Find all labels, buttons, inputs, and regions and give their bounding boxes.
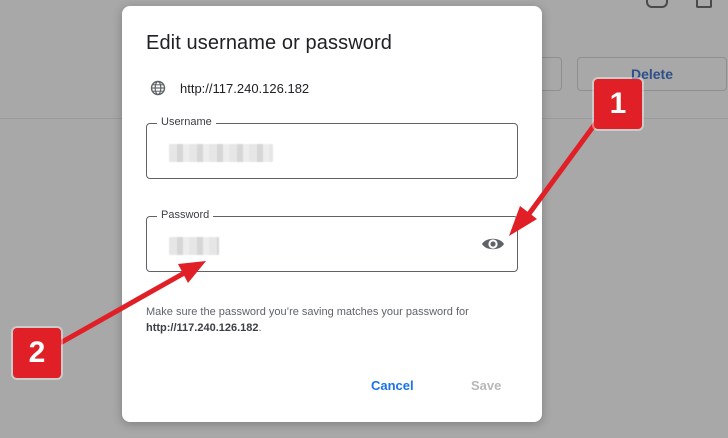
annotation-badge-1: 1 <box>594 79 642 129</box>
arrow-1 <box>509 117 601 236</box>
annotation-arrows <box>59 117 601 345</box>
annotation-badge-2: 2 <box>13 328 61 378</box>
arrow-2 <box>59 261 206 345</box>
